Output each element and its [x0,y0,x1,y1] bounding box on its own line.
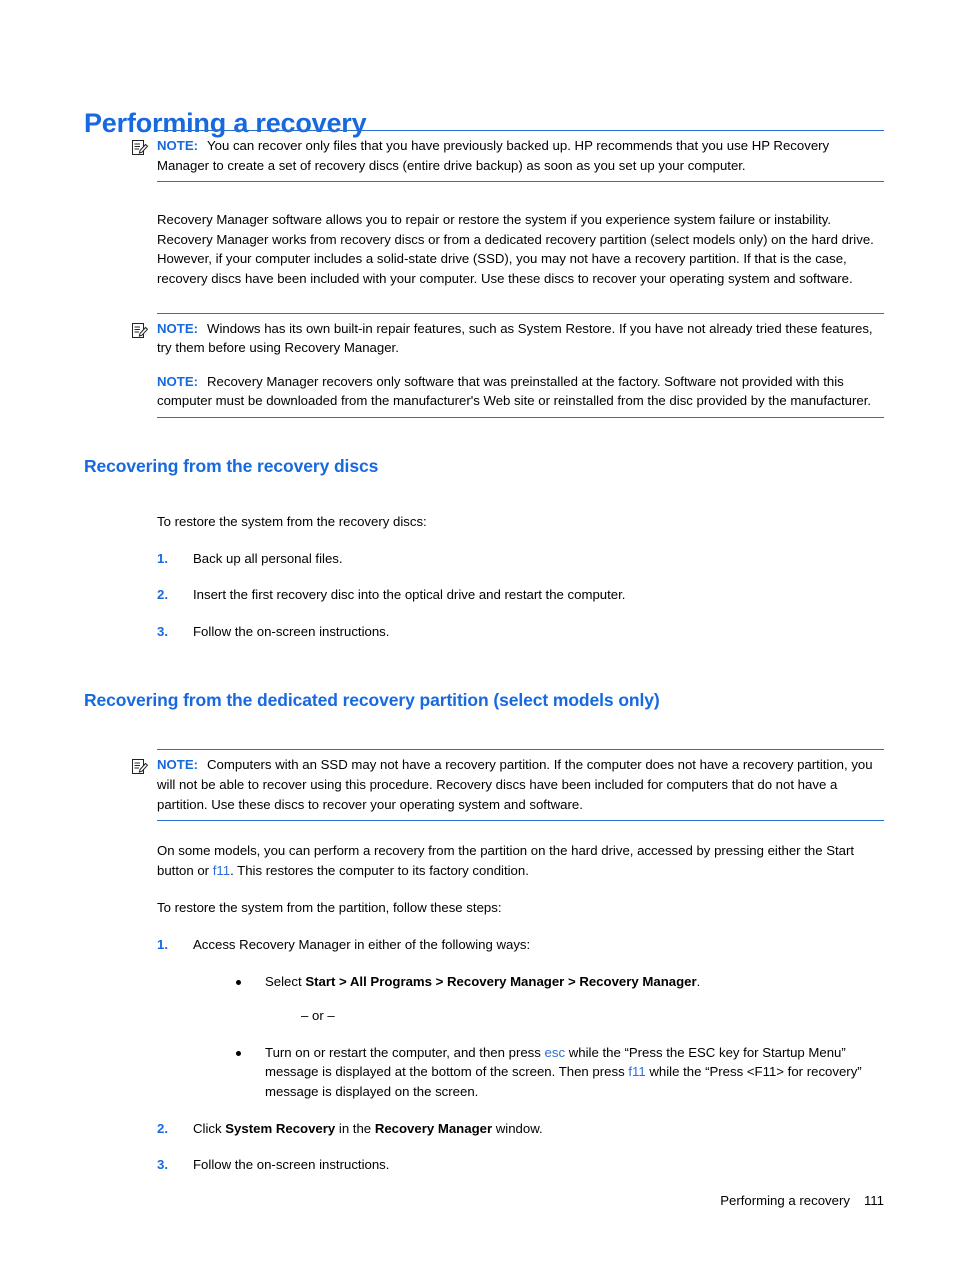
bullet-icon [236,1050,241,1056]
note-paragraph: NOTE: Windows has its own built-in repair… [157,319,884,358]
note-label: NOTE: [157,138,199,153]
step-text: Insert the first recovery disc into the … [193,587,626,603]
f11-link[interactable]: f11 [628,1064,645,1079]
step-number: 1. [157,550,168,566]
list-item: 1. Access Recovery Manager in either of … [157,935,884,1102]
note-text: Windows has its own built-in repair feat… [157,320,873,356]
system-recovery-label: System Recovery [225,1120,336,1136]
page-footer: Performing a recovery 111 [0,1193,884,1208]
partition-paragraph-part2: . This restores the computer to its fact… [230,862,529,878]
note-label: NOTE: [157,373,199,389]
list-item: 2. Insert the first recovery disc into t… [157,585,884,605]
section-heading-recovery-partition: Recovering from the dedicated recovery p… [84,689,660,710]
list-item: Select Start > All Programs > Recovery M… [229,972,884,992]
access-methods-list: Select Start > All Programs > Recovery M… [229,972,884,1102]
list-item: 3. Follow the on-screen instructions. [157,1155,884,1175]
note-box-1: NOTE: You can recover only files that you… [132,130,884,183]
esc-link[interactable]: esc [545,1045,566,1060]
bullet-text-part1: Select [265,973,306,989]
step-number: 3. [157,1157,168,1173]
intro-paragraph: Recovery Manager software allows you to … [157,212,874,286]
note-text: Recovery Manager recovers only software … [157,373,872,409]
list-item: 3. Follow the on-screen instructions. [157,622,884,642]
step-text: Follow the on-screen instructions. [193,623,390,639]
note-pencil-icon [132,140,149,155]
bullet-text: Turn on or restart the computer, and the… [265,1045,862,1099]
note-box-3: NOTE: Computers with an SSD may not have … [132,749,884,822]
note-label: NOTE: [157,757,199,773]
partition-steps: 1. Access Recovery Manager in either of … [157,935,884,1175]
page-content: NOTE: You can recover only files that you… [84,130,884,1175]
list-item: 2. Click System Recovery in the Recovery… [157,1119,884,1139]
step-number: 1. [157,936,168,952]
step-text: Access Recovery Manager in either of the… [193,936,531,952]
note-label: NOTE: [157,320,199,336]
recovery-discs-lead: To restore the system from the recovery … [157,513,427,529]
bullet-icon [236,979,241,985]
list-item: 1. Back up all personal files. [157,549,884,569]
step-text-part2: in the [335,1120,375,1136]
note-pencil-icon [132,322,149,338]
recovery-manager-label: Recovery Manager [374,1120,493,1136]
step-text: Click System Recovery in the Recovery Ma… [193,1121,543,1136]
step-text: Follow the on-screen instructions. [193,1157,390,1173]
bullet-text-part2: . [696,973,701,989]
bullet-text-part1: Turn on or restart the computer, and the… [265,1044,545,1060]
f11-link[interactable]: f11 [213,863,230,878]
note-text: You can recover only files that you have… [157,138,830,173]
partition-lead: To restore the system from the partition… [157,900,502,916]
step-text-part1: Click [193,1120,226,1136]
step-number: 2. [157,1120,168,1136]
bullet-text: Select Start > All Programs > Recovery M… [265,974,700,989]
note-paragraph: NOTE: Recovery Manager recovers only soft… [157,372,884,411]
note-box-2: NOTE: Windows has its own built-in repair… [132,312,884,418]
or-separator: – or – [301,1008,335,1024]
step-text-part3: window. [492,1120,543,1136]
footer-page-number: 111 [863,1193,884,1208]
section-heading-recovery-discs: Recovering from the recovery discs [84,456,379,477]
note-paragraph: NOTE: You can recover only files that you… [157,136,884,175]
partition-paragraph: On some models, you can perform a recove… [157,841,884,880]
step-number: 2. [157,587,168,603]
note-text: Computers with an SSD may not have a rec… [157,757,873,812]
footer-title: Performing a recovery [720,1193,850,1208]
list-item: Turn on or restart the computer, and the… [229,1043,884,1102]
step-number: 3. [157,623,168,639]
note-paragraph: NOTE: Computers with an SSD may not have … [157,755,884,814]
document-page: Performing a recovery NOTE: You can recov… [0,0,954,1270]
menu-path: Start > All Programs > Recovery Manager … [305,973,697,989]
recovery-discs-steps: 1. Back up all personal files. 2. Insert… [157,549,884,642]
note-pencil-icon [132,759,149,775]
step-text: Back up all personal files. [193,550,343,566]
